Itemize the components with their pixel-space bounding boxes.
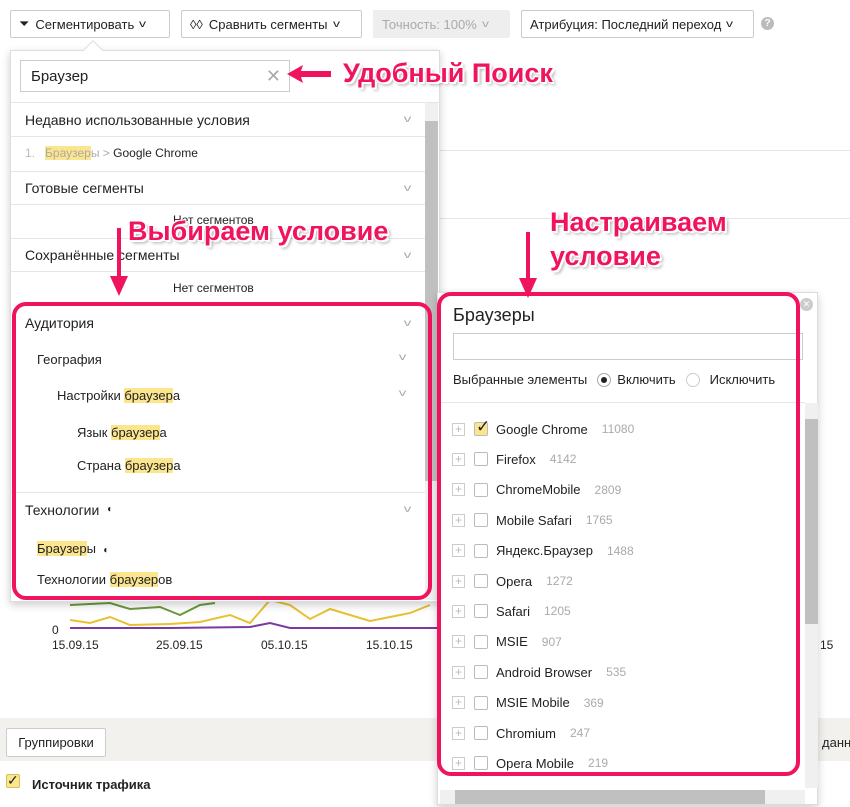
value: Google Chrome [113,146,198,160]
annotation-frame-left [12,302,432,600]
attribution-button[interactable]: Атрибуция: Последний переход v [521,10,754,38]
highlight: Браузер [45,146,91,160]
scrollbar-thumb[interactable] [805,419,818,624]
close-icon[interactable]: ✕ [800,298,813,311]
compare-label: Сравнить сегменты [208,16,328,32]
section-label: Недавно использованные условия [25,111,250,128]
groupings-button[interactable]: Группировки [6,728,106,757]
chevron-down-icon: v [481,18,489,30]
attribution-label: Атрибуция: Последний переход [530,16,722,32]
annotation-configure: Настраиваем [550,207,727,237]
x-tick: 15 [820,638,834,652]
compare-segments-button[interactable]: ◊◊ Сравнить сегменты v [181,10,362,38]
annotation-search: Удобный Поиск [343,58,553,88]
search-input[interactable]: Браузер ✕ [20,60,290,92]
accuracy-label: Точность: 100% [382,16,477,32]
chevron-down-icon: v [726,18,734,30]
data-label-cut: данн [822,735,850,750]
annotation-frame-right [437,292,800,776]
item-number: 1. [25,146,36,160]
scrollbar-thumb[interactable] [455,790,765,804]
annotation-configure: условие [550,241,661,271]
section-recent[interactable]: Недавно использованные условия v [10,103,425,137]
chevron-down-icon: v [403,249,412,261]
y-axis-zero: 0 [52,623,59,637]
divider [440,150,850,151]
source-checkbox[interactable]: ✓ [6,773,20,788]
section-ready[interactable]: Готовые сегменты v [10,171,425,205]
x-tick: 15.10.15 [366,638,413,652]
arrow-left-icon [287,65,331,83]
empty-text: Нет сегментов [173,281,254,295]
segment-button[interactable]: ⏷ Сегментировать v [10,10,170,38]
arrow-down-icon [519,232,537,298]
help-icon[interactable]: ? [761,17,774,30]
chevron-down-icon: v [139,18,147,30]
chevron-down-icon: v [403,182,412,194]
drops-icon: ◊◊ [190,16,203,32]
search-value: Браузер [31,67,89,85]
horizontal-scrollbar[interactable] [440,790,805,804]
segment-label: Сегментировать [35,16,135,32]
clear-icon[interactable]: ✕ [266,66,281,87]
arrow-down-icon [110,228,128,296]
x-tick: 15.09.15 [52,638,99,652]
chart-series-green [70,601,216,617]
separator: > [99,146,114,160]
vertical-scrollbar[interactable] [805,403,818,788]
source-label: Источник трафика [32,777,151,792]
chevron-down-icon: v [403,114,412,125]
accuracy-button[interactable]: Точность: 100% v [373,10,510,38]
recent-item[interactable]: 1. Браузеры > Google Chrome [25,146,198,160]
filter-icon: ⏷ [19,16,30,31]
x-tick: 05.10.15 [261,638,308,652]
annotation-choose: Выбираем условие [128,216,389,246]
section-label: Сохранённые сегменты [25,247,180,263]
x-tick: 25.09.15 [156,638,203,652]
chevron-down-icon: v [332,18,340,30]
section-label: Готовые сегменты [25,180,144,196]
chart-series-yellow [70,598,431,627]
